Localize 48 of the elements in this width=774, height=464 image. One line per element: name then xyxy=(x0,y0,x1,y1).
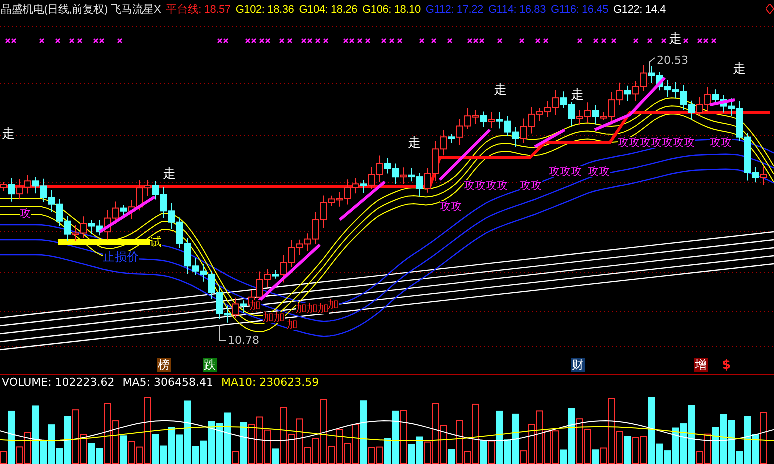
signal-label: 攻攻 xyxy=(520,180,542,191)
signal-label: 攻攻攻攻攻攻攻 xyxy=(618,137,695,148)
signal-label: 加 xyxy=(287,319,298,330)
diamond-icon xyxy=(766,4,774,14)
signal-line xyxy=(710,98,736,106)
signal-line xyxy=(99,196,156,234)
price-label: 10.78 xyxy=(228,335,260,346)
event-badge[interactable]: 财 xyxy=(571,358,585,372)
indicator-value: 平台线: 18.57 xyxy=(166,3,231,17)
signal-label: 止损价 xyxy=(103,251,139,263)
signal-label: 攻攻 xyxy=(710,137,732,148)
price-label: 20.53 xyxy=(657,55,688,66)
signal-line xyxy=(438,128,492,182)
event-badge[interactable]: 跌 xyxy=(203,358,217,372)
event-badge[interactable]: 增 xyxy=(694,358,708,372)
signal-label: 加 xyxy=(328,299,339,310)
signal-line xyxy=(339,180,386,222)
signal-label: 走 xyxy=(669,33,682,46)
signal-label: 加 xyxy=(250,300,261,311)
signal-label: 攻攻攻攻 xyxy=(464,180,508,191)
volume-value: VOLUME: 102223.62 xyxy=(2,376,115,388)
signal-label: 走 xyxy=(408,137,421,150)
signal-label: 攻攻 xyxy=(588,166,610,177)
indicator-value: G116: 16.45 xyxy=(551,4,609,16)
event-mark[interactable]: $ xyxy=(722,359,732,372)
signal-label: 走 xyxy=(2,128,15,141)
indicator-value: G112: 17.22 xyxy=(426,4,484,16)
signal-label: 走 xyxy=(494,84,507,97)
indicator-value: G114: 16.83 xyxy=(488,4,546,16)
signal-label: 攻 xyxy=(20,208,31,219)
signal-label: 加加加 xyxy=(296,303,329,314)
signal-label: 加加 xyxy=(263,312,285,323)
signal-label: 试 xyxy=(150,236,162,248)
signal-line xyxy=(534,128,566,148)
pointer-line xyxy=(220,324,226,342)
volume-value: MA10: 230623.59 xyxy=(221,376,320,388)
signal-label: 走 xyxy=(733,63,746,76)
indicator-value: G102: 18.36 xyxy=(236,4,294,16)
signal-label: 走 xyxy=(571,89,584,102)
indicator-value: G106: 18.10 xyxy=(362,4,421,16)
event-badge[interactable]: 榜 xyxy=(157,358,171,372)
signal-label: 走 xyxy=(163,168,176,181)
indicator-value: G104: 18.26 xyxy=(299,4,358,16)
indicator-value: G122: 14.4 xyxy=(614,4,666,16)
volume-value: MA5: 306458.41 xyxy=(122,376,214,388)
chart-title: 晶盛机电(日线,前复权) 飞马流星X xyxy=(1,2,162,17)
signal-label: 攻攻 xyxy=(440,201,462,212)
signal-label: 攻攻攻 xyxy=(549,166,582,177)
